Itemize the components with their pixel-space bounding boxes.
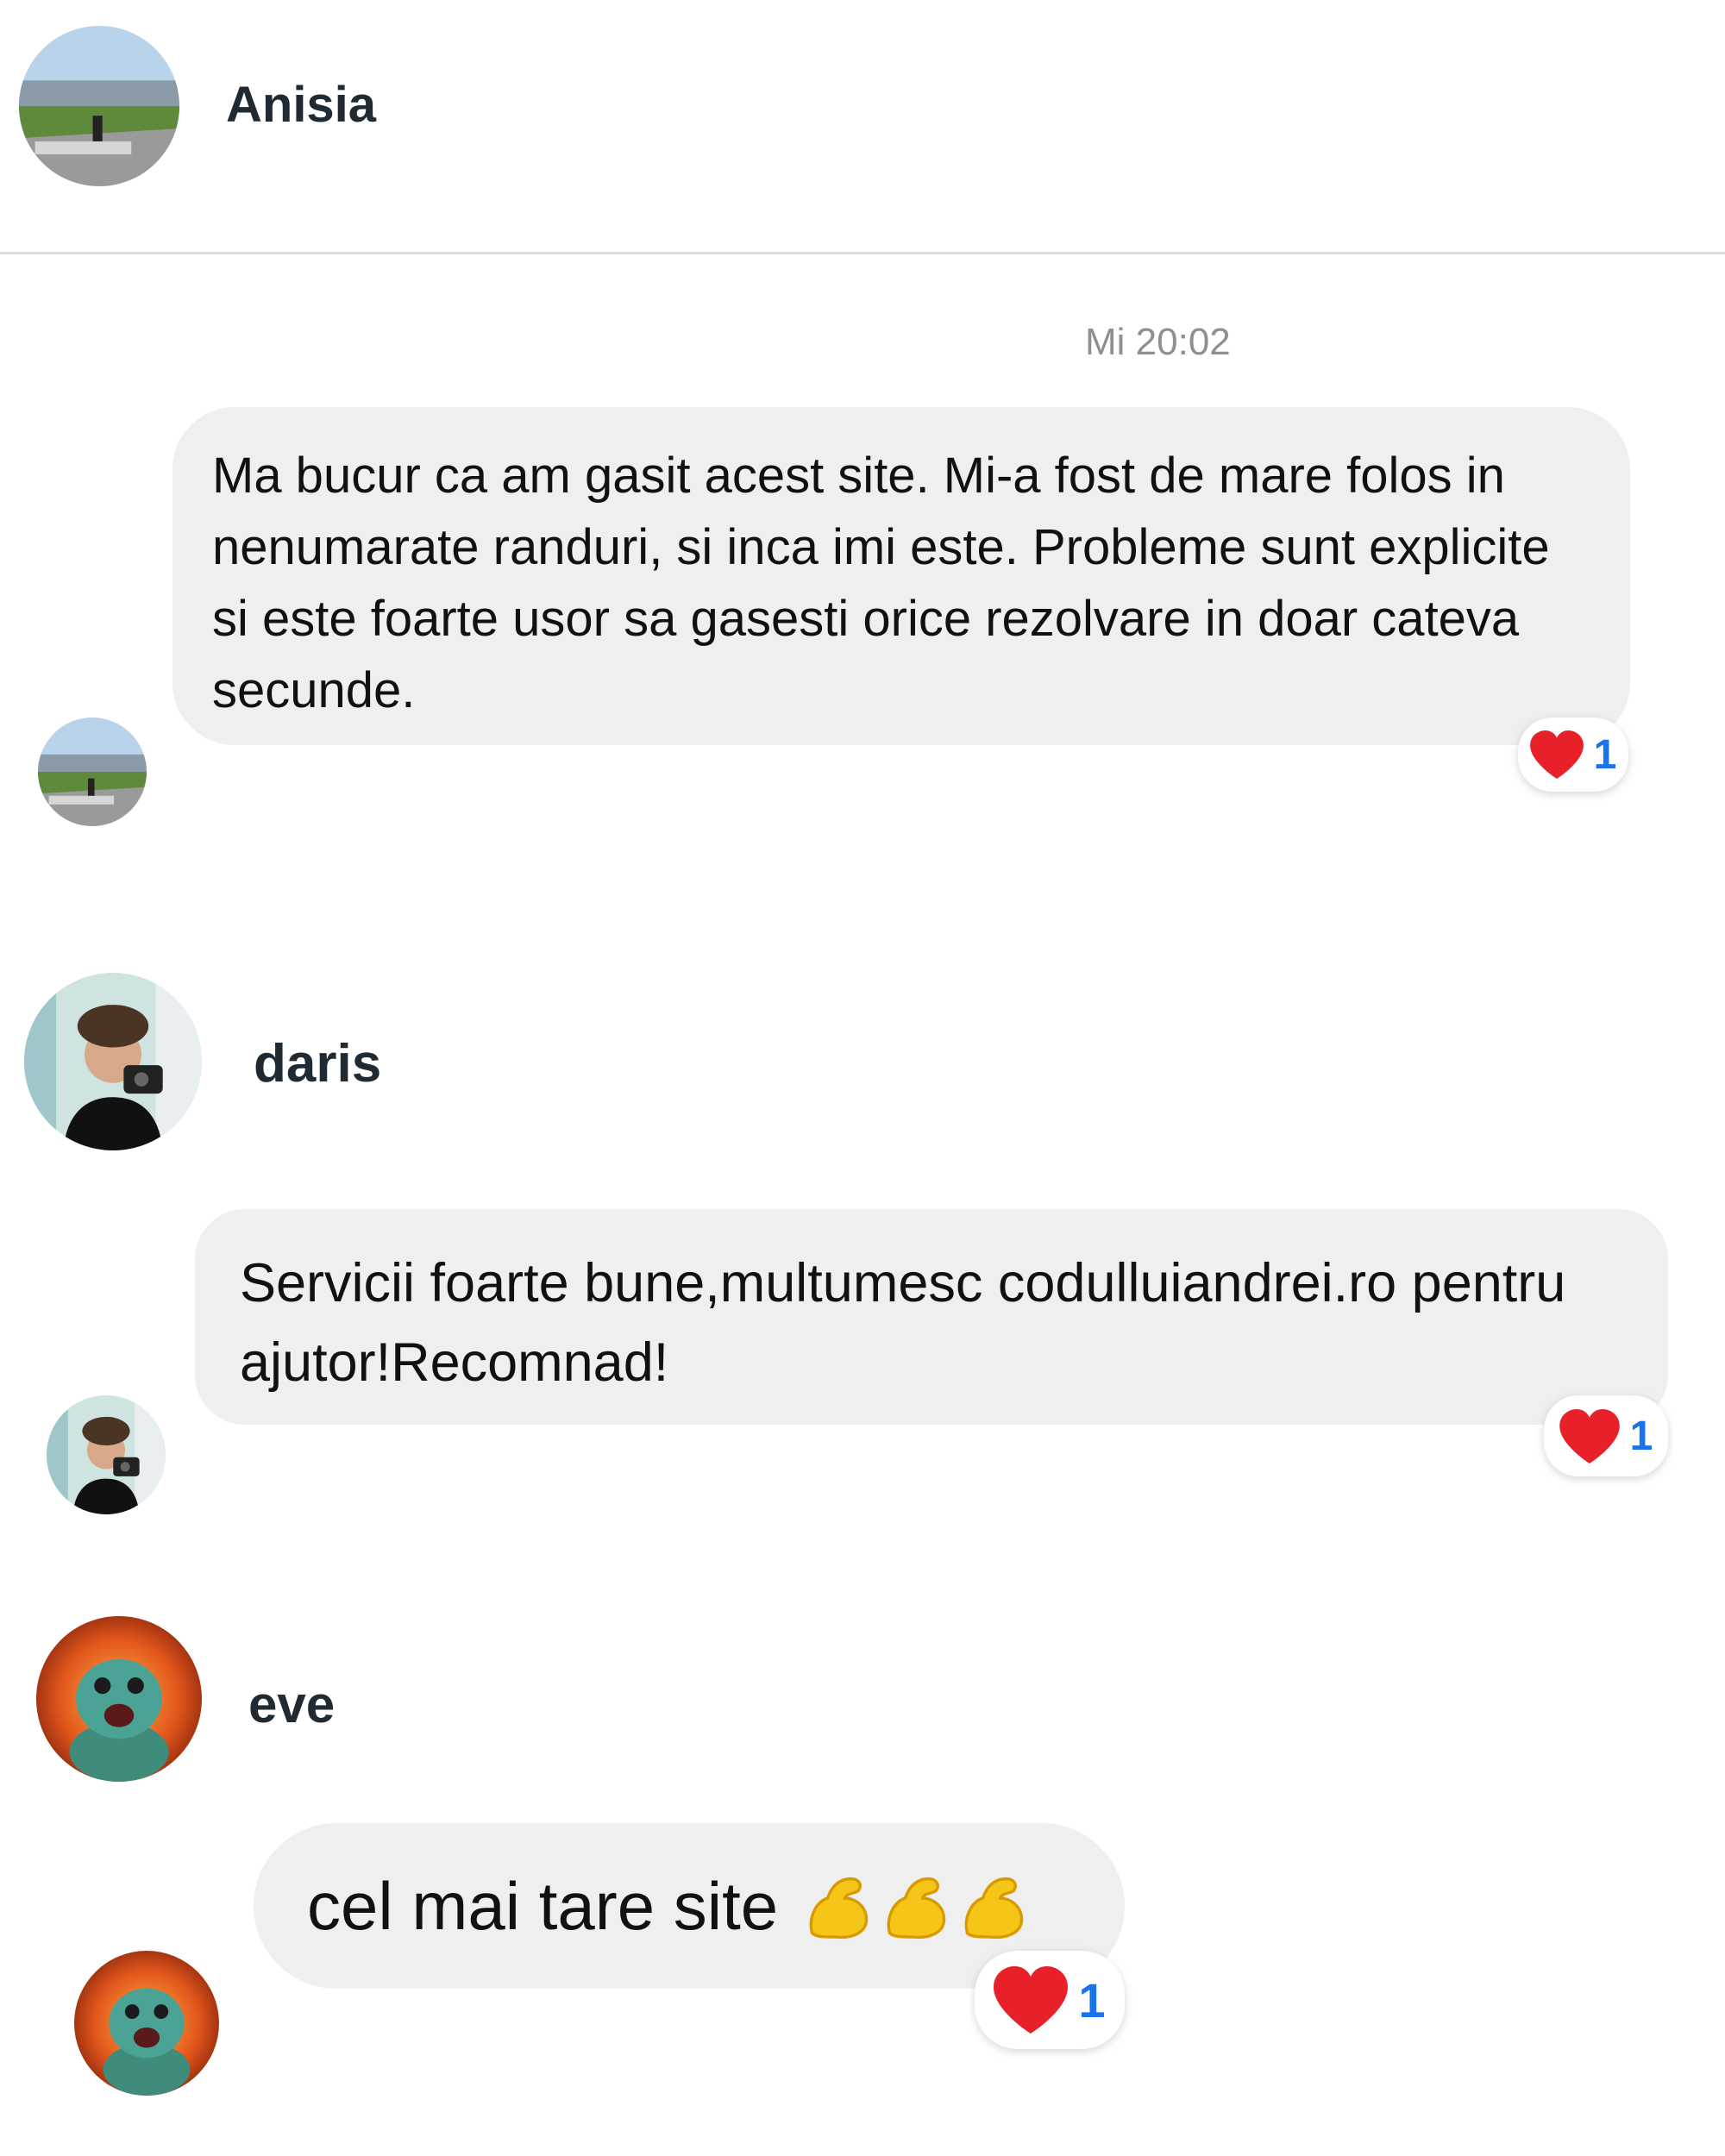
sender-avatar-eve-large[interactable] [36,1616,202,1782]
sender-avatar-1[interactable] [38,718,147,826]
heart-icon [1529,730,1584,779]
message-bubble-1[interactable]: Ma bucur ca am gasit acest site. Mi-a fo… [172,407,1630,745]
reaction-pill-2[interactable]: 1 [1544,1395,1668,1476]
flexed-biceps-icon [809,1877,869,1940]
timestamp: Mi 20:02 [1085,321,1231,363]
sender-avatar-2[interactable] [47,1395,166,1514]
profile-photo-icon [19,26,179,186]
message-text-3: cel mai tare site [307,1868,779,1944]
chat-title[interactable]: Anisia [226,76,376,134]
message-text-1: Ma bucur ca am gasit acest site. Mi-a fo… [212,448,1550,718]
reaction-count-1: 1 [1593,731,1617,778]
reaction-pill-3[interactable]: 1 [975,1951,1125,2049]
heart-icon [994,1966,1069,2034]
sender-name-daris[interactable]: daris [254,1033,381,1094]
profile-photo-icon [74,1951,219,2096]
flexed-biceps-icon [887,1877,946,1940]
profile-photo-icon [36,1616,202,1782]
heart-icon [1559,1408,1620,1463]
profile-photo-icon [47,1395,166,1514]
header-divider [0,252,1725,254]
sender-name-eve[interactable]: eve [248,1675,335,1734]
flexed-biceps-icon [964,1877,1024,1940]
message-text-2: Servicii foarte bune,multumesc codulluia… [240,1253,1566,1393]
header-avatar[interactable] [19,26,179,186]
reaction-count-2: 1 [1629,1413,1653,1459]
sender-avatar-3[interactable] [74,1951,219,2096]
reaction-pill-1[interactable]: 1 [1518,718,1628,792]
message-bubble-2[interactable]: Servicii foarte bune,multumesc codulluia… [195,1209,1668,1425]
profile-photo-icon [24,973,202,1150]
reaction-count-3: 1 [1078,1972,1106,2028]
profile-photo-icon [38,718,147,826]
sender-avatar-daris-large[interactable] [24,973,202,1150]
